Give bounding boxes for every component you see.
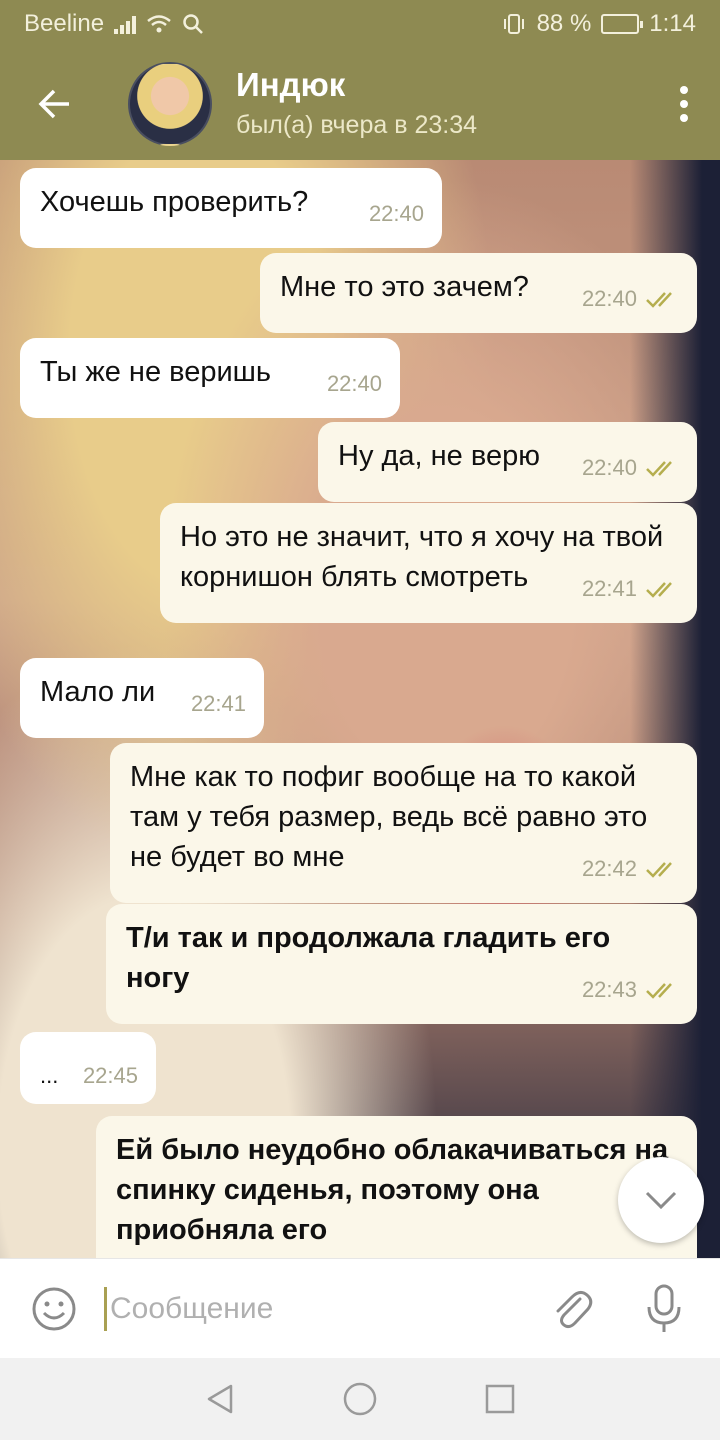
message-bubble[interactable]: Мне то это зачем? 22:40 xyxy=(260,253,697,333)
scroll-down-button[interactable] xyxy=(618,1157,704,1243)
message-bubble[interactable]: Мало ли 22:41 xyxy=(20,658,264,738)
microphone-button[interactable] xyxy=(618,1259,710,1359)
nav-back-button[interactable] xyxy=(190,1369,250,1429)
message-time: 22:41 xyxy=(581,576,637,601)
message-time: 22:45 xyxy=(82,1063,138,1088)
message-input-bar: Сообщение xyxy=(0,1258,720,1358)
message-time: 22:42 xyxy=(581,856,637,881)
message-bubble[interactable]: Но это не значит, что я хочу на твой кор… xyxy=(160,503,697,623)
last-seen-status: был(а) вчера в 23:34 xyxy=(236,111,478,139)
signal-icon xyxy=(114,14,137,34)
more-menu-button[interactable] xyxy=(654,48,714,160)
message-bubble[interactable]: Т/и так и продолжала гладить его ногу 22… xyxy=(106,904,697,1024)
chat-messages-area[interactable]: Хочешь проверить? 22:40 Мне то это зачем… xyxy=(0,160,720,1258)
message-bubble[interactable]: Мне как то пофиг вообще на то какой там … xyxy=(110,743,697,903)
message-time: 22:41 xyxy=(190,691,246,716)
system-navigation-bar xyxy=(0,1358,720,1440)
attach-button[interactable] xyxy=(526,1259,618,1359)
clock: 1:14 xyxy=(649,10,696,37)
message-time: 22:40 xyxy=(326,371,382,396)
nav-recents-button[interactable] xyxy=(470,1369,530,1429)
double-check-icon xyxy=(646,983,672,999)
paperclip-icon xyxy=(556,1290,593,1328)
wifi-icon xyxy=(147,15,171,33)
battery-percent: 88 % xyxy=(536,10,592,37)
double-check-icon xyxy=(646,292,672,308)
double-check-icon xyxy=(646,862,672,878)
triangle-back-icon xyxy=(207,1384,233,1414)
telegram-chat-screen: Beeline 88 % 1:14 Индюк был(а) вчера в 2… xyxy=(0,0,720,1440)
smile-icon xyxy=(32,1287,76,1330)
contact-info[interactable]: Индюк был(а) вчера в 23:34 xyxy=(236,65,477,143)
back-button[interactable] xyxy=(0,48,110,160)
battery-icon xyxy=(601,14,644,34)
double-check-icon xyxy=(646,461,672,477)
message-time: 22:40 xyxy=(368,201,424,226)
double-check-icon xyxy=(646,582,672,598)
vibrate-icon xyxy=(503,14,524,34)
avatar[interactable] xyxy=(128,62,212,146)
message-bubble[interactable]: Ты же не веришь 22:40 xyxy=(20,338,400,418)
message-time: 22:40 xyxy=(581,455,637,480)
microphone-icon xyxy=(647,1284,681,1332)
message-bubble[interactable]: Хочешь проверить? 22:40 xyxy=(20,168,442,248)
message-time: 22:43 xyxy=(581,977,637,1002)
message-time: 22:40 xyxy=(581,286,637,311)
chevron-down-icon xyxy=(645,1191,677,1210)
square-recents-icon xyxy=(485,1384,515,1414)
emoji-button[interactable] xyxy=(4,1259,104,1359)
search-icon xyxy=(183,14,203,34)
carrier-label: Beeline xyxy=(24,10,105,37)
circle-home-icon xyxy=(343,1382,377,1416)
status-bar: Beeline 88 % 1:14 xyxy=(0,0,720,48)
message-bubble[interactable]: ... 22:45 xyxy=(20,1032,156,1104)
message-bubble[interactable]: Ей было неудобно облакачиваться на спинк… xyxy=(96,1116,697,1258)
arrow-left-icon xyxy=(38,89,69,119)
message-bubble[interactable]: Ну да, не верю 22:40 xyxy=(318,422,697,502)
contact-name: Индюк xyxy=(236,66,346,103)
message-input[interactable]: Сообщение xyxy=(104,1279,526,1339)
chat-header: Индюк был(а) вчера в 23:34 xyxy=(0,48,720,160)
nav-home-button[interactable] xyxy=(330,1369,390,1429)
